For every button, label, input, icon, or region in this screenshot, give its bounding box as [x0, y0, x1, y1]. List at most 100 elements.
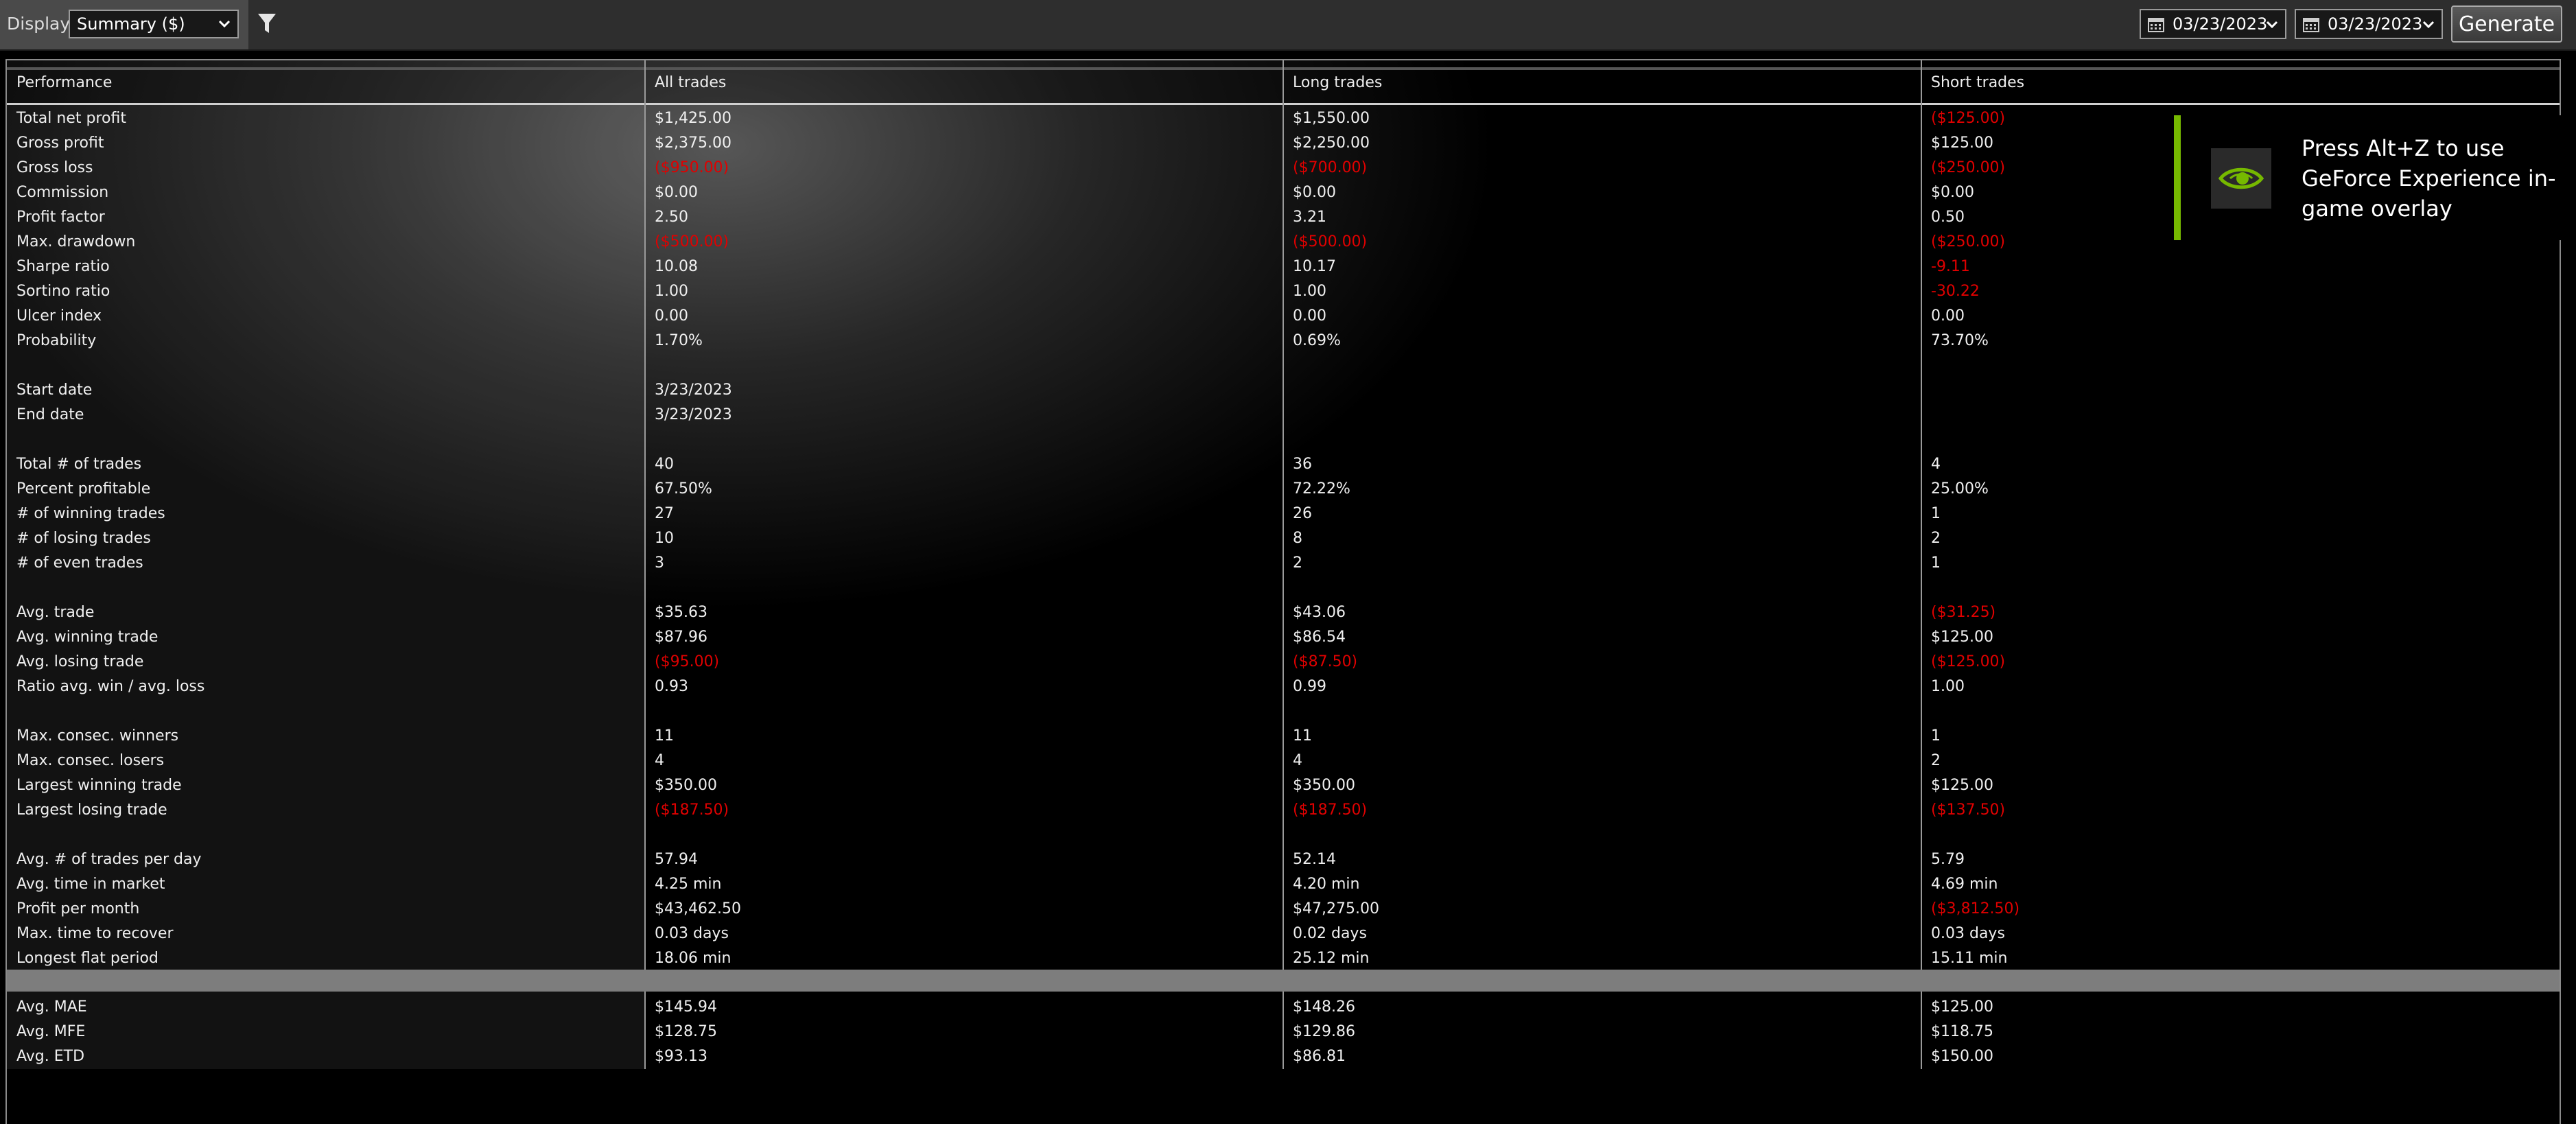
table-row: Max. consec. losers 4 4 2: [7, 748, 2560, 773]
row-label: Longest flat period: [16, 950, 159, 967]
generate-button[interactable]: Generate: [2451, 5, 2562, 43]
short-trades-cell: ($250.00): [1931, 233, 2006, 250]
row-label: Gross profit: [16, 134, 104, 152]
short-trades-cell: $0.00: [1931, 184, 1974, 201]
all-trades-cell: 57.94: [655, 851, 698, 868]
date-to-value: 03/23/2023: [2328, 14, 2423, 34]
long-trades-cell: ($500.00): [1293, 233, 1368, 250]
row-label: Avg. MFE: [16, 1023, 86, 1040]
all-trades-cell: ($950.00): [655, 159, 729, 176]
row-label: Max. time to recover: [16, 925, 174, 942]
all-trades-cell: 3/23/2023: [655, 406, 732, 423]
row-label: Avg. trade: [16, 604, 95, 621]
long-trades-cell: 1.00: [1293, 283, 1326, 300]
long-trades-cell: 36: [1293, 456, 1312, 473]
chevron-down-icon: [2422, 21, 2435, 29]
long-trades-cell: $0.00: [1293, 184, 1336, 201]
calendar-icon: [2303, 18, 2319, 32]
long-trades-cell: 52.14: [1293, 851, 1336, 868]
nvidia-logo-icon: [2211, 148, 2271, 209]
row-label: Commission: [16, 184, 109, 201]
date-from-value: 03/23/2023: [2173, 14, 2268, 34]
short-trades-cell: 2: [1931, 530, 1941, 547]
all-trades-cell: 40: [655, 456, 674, 473]
short-trades-cell: 4.69 min: [1931, 876, 1998, 893]
table-row: Avg. trade $35.63 $43.06 ($31.25): [7, 600, 2560, 624]
long-trades-cell: 0.99: [1293, 678, 1326, 695]
short-trades-cell: 0.03 days: [1931, 925, 2005, 942]
all-trades-cell: 18.06 min: [655, 950, 731, 967]
long-trades-cell: 4.20 min: [1293, 876, 1360, 893]
short-trades-cell: ($125.00): [1931, 653, 2006, 670]
long-trades-cell: $43.06: [1293, 604, 1346, 621]
all-trades-cell: ($187.50): [655, 801, 729, 819]
table-row: Probability 1.70% 0.69% 73.70%: [7, 328, 2560, 353]
long-trades-cell: ($87.50): [1293, 653, 1358, 670]
long-trades-cell: $86.81: [1293, 1048, 1346, 1065]
row-label: Percent profitable: [16, 480, 151, 497]
short-trades-cell: 5.79: [1931, 851, 1965, 868]
header-performance[interactable]: Performance: [16, 74, 112, 91]
filter-icon[interactable]: [257, 12, 277, 36]
overlay-accent-bar: [2174, 115, 2181, 240]
table-row: Ratio avg. win / avg. loss 0.93 0.99 1.00: [7, 674, 2560, 699]
section-separator: [7, 970, 2560, 992]
table-row: Avg. MFE $128.75 $129.86 $118.75: [7, 1019, 2560, 1044]
all-trades-cell: $145.94: [655, 998, 717, 1016]
header-short-trades[interactable]: Short trades: [1931, 74, 2024, 91]
short-trades-cell: $150.00: [1931, 1048, 1993, 1065]
row-label: Sharpe ratio: [16, 258, 110, 275]
header-all-trades[interactable]: All trades: [655, 74, 726, 91]
row-label: Largest winning trade: [16, 777, 182, 794]
short-trades-cell: ($137.50): [1931, 801, 2006, 819]
short-trades-cell: ($250.00): [1931, 159, 2006, 176]
table-row: Avg. ETD $93.13 $86.81 $150.00: [7, 1044, 2560, 1068]
short-trades-cell: ($3,812.50): [1931, 900, 2020, 917]
short-trades-cell: 2: [1931, 752, 1941, 769]
row-label: # of winning trades: [16, 505, 165, 522]
long-trades-cell: 26: [1293, 505, 1312, 522]
row-label: Avg. winning trade: [16, 629, 159, 646]
all-trades-cell: 2.50: [655, 209, 688, 226]
row-label: Avg. MAE: [16, 998, 87, 1016]
date-to-picker[interactable]: 03/23/2023: [2295, 9, 2443, 39]
geforce-overlay-toast[interactable]: Press Alt+Z to use GeForce Experience in…: [2174, 115, 2576, 240]
long-trades-cell: $47,275.00: [1293, 900, 1379, 917]
table-row: Total # of trades 40 36 4: [7, 452, 2560, 476]
short-trades-cell: 73.70%: [1931, 332, 1989, 349]
header-long-trades[interactable]: Long trades: [1293, 74, 1382, 91]
row-label: Start date: [16, 382, 93, 399]
long-trades-cell: $148.26: [1293, 998, 1355, 1016]
long-trades-cell: 0.02 days: [1293, 925, 1367, 942]
table-row: Percent profitable 67.50% 72.22% 25.00%: [7, 476, 2560, 501]
short-trades-cell: 0.00: [1931, 307, 1965, 325]
all-trades-cell: $43,462.50: [655, 900, 741, 917]
long-trades-cell: 3.21: [1293, 209, 1326, 226]
table-row: Max. consec. winners 11 11 1: [7, 723, 2560, 748]
row-label: Profit per month: [16, 900, 140, 917]
short-trades-cell: $125.00: [1931, 134, 1993, 152]
long-trades-cell: 4: [1293, 752, 1302, 769]
all-trades-cell: $128.75: [655, 1023, 717, 1040]
short-trades-cell: $125.00: [1931, 629, 1993, 646]
row-label: Max. consec. winners: [16, 727, 179, 745]
table-row: Avg. losing trade ($95.00) ($87.50) ($125.0…: [7, 649, 2560, 674]
short-trades-cell: $125.00: [1931, 998, 1993, 1016]
table-row: Longest flat period 18.06 min 25.12 min 15.…: [7, 946, 2560, 970]
table-row: Avg. time in market 4.25 min 4.20 min 4.69 …: [7, 871, 2560, 896]
all-trades-cell: 10: [655, 530, 674, 547]
all-trades-cell: 67.50%: [655, 480, 712, 497]
display-select[interactable]: Summary ($): [69, 10, 239, 38]
table-row: Largest losing trade ($187.50) ($187.50) ($…: [7, 797, 2560, 822]
all-trades-cell: $87.96: [655, 629, 707, 646]
long-trades-cell: 2: [1293, 554, 1302, 572]
row-label: Avg. # of trades per day: [16, 851, 202, 868]
row-label: Ulcer index: [16, 307, 102, 325]
row-label: Largest losing trade: [16, 801, 167, 819]
date-from-picker[interactable]: 03/23/2023: [2140, 9, 2286, 39]
toolbar: Display Summary ($) 03/23/2023 03/23/202…: [0, 0, 2576, 51]
long-trades-cell: ($700.00): [1293, 159, 1368, 176]
table-row: [7, 427, 2560, 452]
all-trades-cell: $350.00: [655, 777, 717, 794]
table-row: Sharpe ratio 10.08 10.17 -9.11: [7, 254, 2560, 279]
